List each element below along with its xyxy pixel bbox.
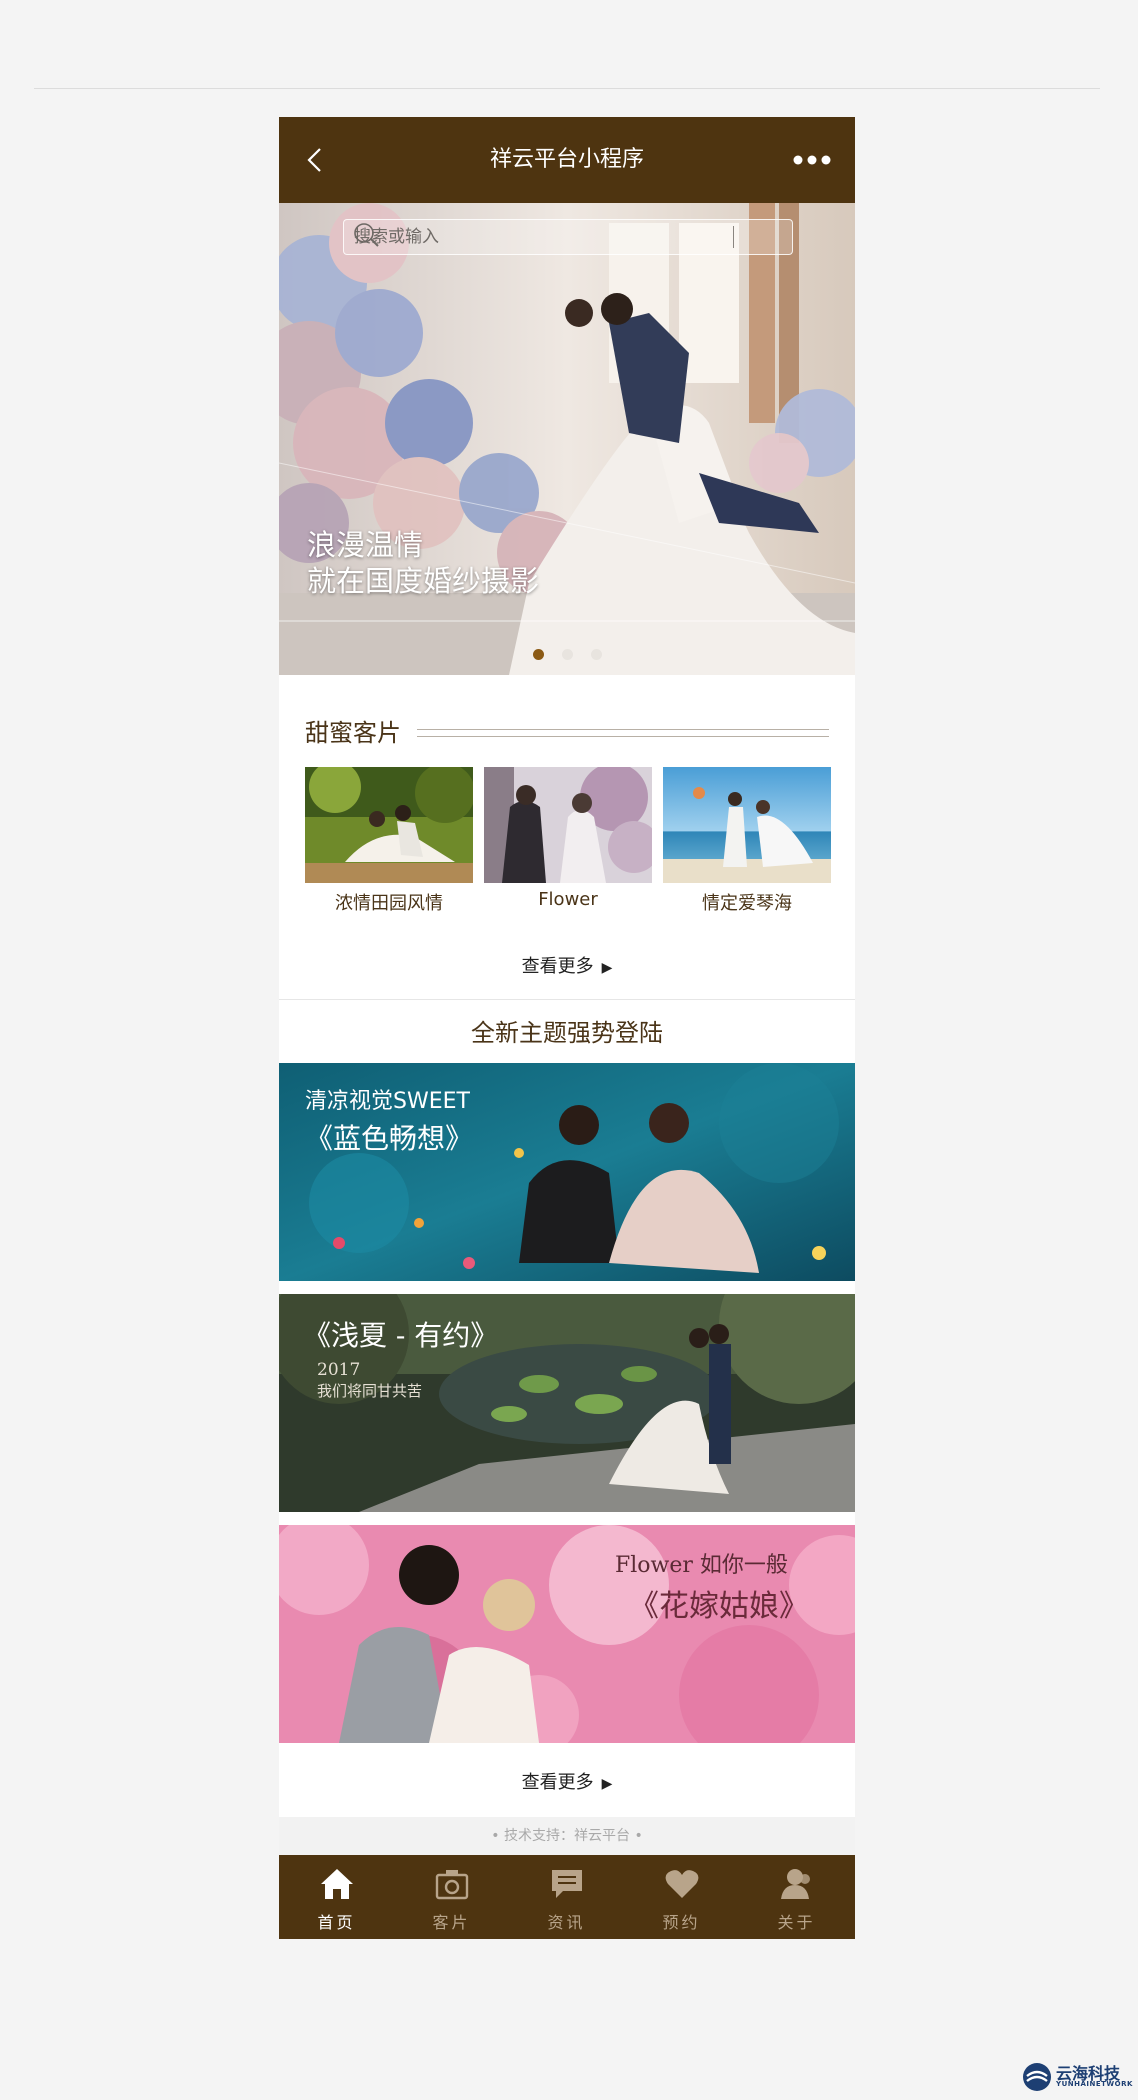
clients-header: 甜蜜客片 [305,715,829,751]
client-card[interactable]: 情定爱琴海 [663,767,831,914]
search-separator [733,226,734,248]
nav-bar: 祥云平台小程序 [279,117,855,203]
theme-flower-line2: 《花嫁姑娘》 [629,1589,809,1624]
client-photo[interactable] [663,767,831,883]
tab-home[interactable]: 首页 [279,1855,394,1939]
client-card-label: Flower [538,889,598,910]
search-box[interactable]: 搜索或输入 [343,219,793,255]
top-divider [34,88,1100,89]
theme-summer-line2: 2017 [317,1360,361,1380]
banner-caption: 浪漫温情 就在国度婚纱摄影 [307,527,539,599]
client-card[interactable]: Flower [484,767,652,910]
play-arrow-icon: ▶ [601,960,613,976]
banner-caption-line2: 就在国度婚纱摄影 [307,564,540,598]
banner-caption-line1: 浪漫温情 [307,528,424,562]
client-card-label: 情定爱琴海 [702,893,792,914]
theme-banner-summer[interactable]: 《浅夏 - 有约》 2017 我们将同甘共苦 [279,1294,855,1512]
theme-summer-line3: 我们将同甘共苦 [317,1382,423,1400]
client-photo[interactable] [484,767,652,883]
tech-support-footer: • 技术支持：祥云平台 • [279,1817,855,1855]
home-icon [321,1869,353,1899]
theme-summer-line1: 《浅夏 - 有约》 [303,1319,499,1352]
carousel-dots [279,649,855,660]
brand-name-en: YUNHAINETWORK [1056,2080,1133,2088]
clients-more-link[interactable]: 查看更多 ▶ [279,952,855,978]
tab-news[interactable]: 资讯 [509,1855,624,1939]
theme-blue-line2: 《蓝色畅想》 [305,1122,474,1155]
themes-title: 全新主题强势登陆 [471,1019,663,1047]
theme-banner-blue[interactable]: 清凉视觉SWEET 《蓝色畅想》 [279,1063,855,1281]
client-card-label: 浓情田园风情 [335,893,443,914]
carousel-dot-2[interactable] [561,649,573,660]
client-card[interactable]: 浓情田园风情 [305,767,473,914]
more-menu-icon[interactable] [793,155,831,165]
carousel-dot-3[interactable] [590,649,602,660]
banner-photo [279,203,855,675]
bottom-tab-bar: 首页 客片 资讯 预约 关于 [279,1855,855,1939]
search-icon[interactable] [344,220,388,250]
section-divider [279,999,855,1000]
tab-about-label: 关于 [777,1913,816,1932]
play-arrow-icon: ▶ [601,1776,613,1792]
phone-screen: 祥云平台小程序 搜索或输入 浪漫温情 就在国度婚纱摄影 甜蜜客片 浓情田园风情 … [279,117,855,1939]
client-photo[interactable] [305,767,473,883]
nav-title: 祥云平台小程序 [489,147,644,172]
theme-banner-flower[interactable]: Flower 如你一般 《花嫁姑娘》 [279,1525,855,1743]
heart-icon [665,1870,699,1898]
hero-banner[interactable]: 搜索或输入 浪漫温情 就在国度婚纱摄影 [279,203,855,675]
themes-more-link[interactable]: 查看更多 ▶ [279,1768,855,1794]
tab-cases-label: 客片 [432,1913,471,1932]
theme-flower-line1: Flower 如你一般 [615,1553,788,1578]
tab-about[interactable]: 关于 [739,1855,854,1939]
themes-more-label: 查看更多 [521,1772,594,1793]
theme-blue-line1: 清凉视觉SWEET [305,1089,470,1114]
tab-cases[interactable]: 客片 [394,1855,509,1939]
user-icon [781,1869,810,1899]
tab-news-label: 资讯 [547,1913,586,1932]
tab-booking[interactable]: 预约 [624,1855,739,1939]
chat-icon [552,1870,582,1898]
carousel-dot-1[interactable] [532,649,544,660]
brand-logo-icon [1023,2063,1051,2091]
clients-more-label: 查看更多 [521,956,594,977]
client-cards: 浓情田园风情 Flower 情定爱琴海 [305,767,833,914]
tab-booking-label: 预约 [662,1913,701,1932]
tab-home-label: 首页 [317,1913,356,1932]
camera-icon [435,1870,469,1900]
brand-watermark: 云海科技 YUNHAINETWORK [1022,2060,1134,2094]
clients-title: 甜蜜客片 [305,719,401,747]
title-decoration-lines [417,729,829,737]
